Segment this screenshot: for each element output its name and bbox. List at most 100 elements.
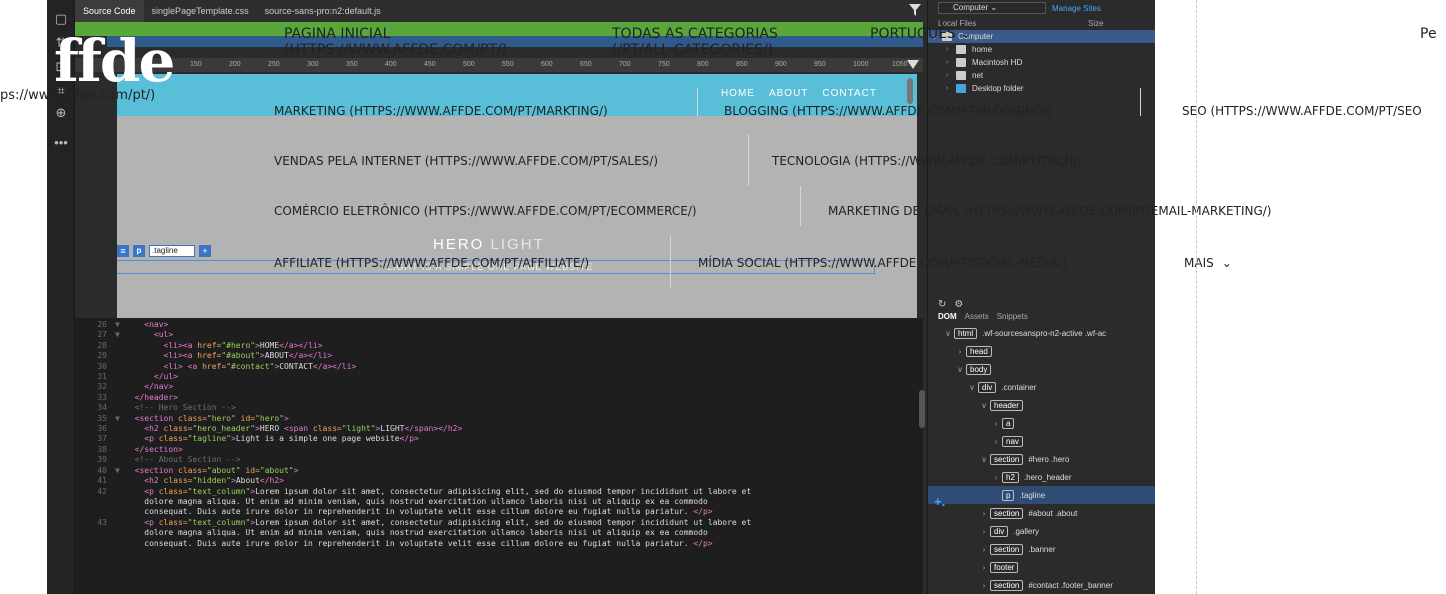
code-line[interactable]: 39 <!-- About Section --> <box>75 455 923 465</box>
category-link[interactable]: MARKETING (HTTPS://WWW.AFFDE.COM/PT/MARK… <box>274 104 608 118</box>
line-number[interactable]: 38 <box>75 445 115 455</box>
target-icon[interactable]: ⊕ <box>52 104 70 122</box>
language-select[interactable]: PORTUGUÊS ⌄ <box>870 26 972 42</box>
dom-tree-node[interactable]: ∨ header <box>928 396 1155 414</box>
code-text[interactable]: consequat. Duis aute irure dolor in repr… <box>125 539 712 549</box>
code-text[interactable]: <h2 class="hidden">About</h2> <box>125 476 284 486</box>
location-select[interactable]: Computer ⌄ <box>938 2 1046 14</box>
category-link[interactable]: MARKETING DE EMAIL (HTTPS://WWW.AFFDE.CO… <box>828 204 1272 218</box>
code-text[interactable]: dolore magna aliqua. Ut enim ad minim ve… <box>125 528 708 538</box>
code-line[interactable]: 29 <li><a href="#about">ABOUT</a></li> <box>75 351 923 361</box>
fold-toggle-icon[interactable] <box>115 424 125 434</box>
line-number[interactable]: 41 <box>75 476 115 486</box>
line-number[interactable] <box>75 497 115 507</box>
dom-tree-node[interactable]: › a <box>928 414 1155 432</box>
line-number[interactable]: 43 <box>75 518 115 528</box>
fold-toggle-icon[interactable] <box>115 518 125 528</box>
code-line[interactable]: 28 <li><a href="#hero">HOME</a></li> <box>75 341 923 351</box>
code-text[interactable]: <section class="about" id="about"> <box>125 466 299 476</box>
ruler-marker-icon[interactable] <box>907 60 919 69</box>
tab-css-file[interactable]: singlePageTemplate.css <box>144 0 257 22</box>
code-text[interactable]: <h2 class="hero_header">HERO <span class… <box>125 424 462 434</box>
chevron-icon[interactable]: ∨ <box>942 329 954 338</box>
code-text[interactable]: <p class="text_column">Lorem ipsum dolor… <box>125 518 751 528</box>
fold-toggle-icon[interactable] <box>115 445 125 455</box>
line-number[interactable]: 26 <box>75 320 115 330</box>
code-text[interactable]: <nav> <box>125 320 168 330</box>
tab-snippets[interactable]: Snippets <box>997 312 1028 324</box>
nav-todas-categorias[interactable]: TODAS AS CATEGORIAS (/PT/ALL-CATEGORIES/… <box>612 26 778 58</box>
code-line[interactable]: 33 </header> <box>75 393 923 403</box>
code-line[interactable]: consequat. Duis aute irure dolor in repr… <box>75 539 923 549</box>
fold-toggle-icon[interactable]: ▼ <box>115 320 125 330</box>
file-tree-item[interactable]: › home <box>928 43 1155 56</box>
element-class-field[interactable]: .tagline <box>149 245 195 257</box>
code-line[interactable]: 27 ▼ <ul> <box>75 330 923 340</box>
code-line[interactable]: 42 <p class="text_column">Lorem ipsum do… <box>75 487 923 497</box>
code-line[interactable]: 31 </ul> <box>75 372 923 382</box>
code-line[interactable]: 37 <p class="tagline">Light is a simple … <box>75 434 923 444</box>
line-number[interactable]: 31 <box>75 372 115 382</box>
line-number[interactable]: 37 <box>75 434 115 444</box>
fold-toggle-icon[interactable] <box>115 382 125 392</box>
chevron-icon[interactable]: › <box>946 59 956 66</box>
tab-dom[interactable]: DOM <box>938 312 957 324</box>
line-number[interactable]: 39 <box>75 455 115 465</box>
chevron-icon[interactable]: ∨ <box>966 383 978 392</box>
line-number[interactable] <box>75 539 115 549</box>
file-tree-item[interactable]: › Macintosh HD <box>928 56 1155 69</box>
code-text[interactable]: <li> <a href="#contact">CONTACT</a></li> <box>125 362 357 372</box>
chevron-icon[interactable]: ∨ <box>978 455 990 464</box>
code-text[interactable]: <!-- About Section --> <box>125 455 241 465</box>
code-text[interactable]: </header> <box>125 393 178 403</box>
dom-tree-node[interactable]: › section #contact .footer_banner <box>928 576 1155 594</box>
line-number[interactable]: 32 <box>75 382 115 392</box>
chevron-icon[interactable]: › <box>978 527 990 536</box>
document-icon[interactable]: ▢ <box>52 10 70 28</box>
line-number[interactable]: 35 <box>75 414 115 424</box>
file-tree-item[interactable]: › Desktop folder <box>928 82 1155 95</box>
dom-tree-node[interactable]: › head <box>928 342 1155 360</box>
code-line[interactable]: dolore magna aliqua. Ut enim ad minim ve… <box>75 528 923 538</box>
code-text[interactable]: </nav> <box>125 382 173 392</box>
code-line[interactable]: 32 </nav> <box>75 382 923 392</box>
code-scrollbar[interactable] <box>919 390 925 428</box>
fold-toggle-icon[interactable]: ▼ <box>115 330 125 340</box>
dom-tree-node[interactable]: › div .gallery <box>928 522 1155 540</box>
code-line[interactable]: dolore magna aliqua. Ut enim ad minim ve… <box>75 497 923 507</box>
live-view-scrollbar[interactable] <box>907 78 913 104</box>
chevron-icon[interactable]: › <box>946 46 956 53</box>
site-logo[interactable]: ffde <box>54 32 175 90</box>
dom-tree-node[interactable]: › section #about .about <box>928 504 1155 522</box>
chevron-icon[interactable]: › <box>990 419 1002 428</box>
code-text[interactable]: <section class="hero" id="hero"> <box>125 414 289 424</box>
category-link[interactable]: MÍDIA SOCIAL (HTTPS://WWW.AFFDE.COM/PT/S… <box>698 256 1067 270</box>
code-line[interactable]: 35 ▼ <section class="hero" id="hero"> <box>75 414 923 424</box>
dom-tree-node[interactable]: ∨ section #hero .hero <box>928 450 1155 468</box>
code-line[interactable]: 26 ▼ <nav> <box>75 320 923 330</box>
fold-toggle-icon[interactable] <box>115 372 125 382</box>
more-icon[interactable]: ••• <box>52 134 70 152</box>
hero-header[interactable]: HERO LIGHT <box>433 236 545 253</box>
tab-assets[interactable]: Assets <box>965 312 989 324</box>
code-text[interactable]: <ul> <box>125 330 173 340</box>
nav-contact-link[interactable]: CONTACT <box>822 88 877 99</box>
fold-toggle-icon[interactable]: ▼ <box>115 414 125 424</box>
chevron-icon[interactable]: › <box>946 72 956 79</box>
chevron-icon[interactable]: › <box>978 563 990 572</box>
code-text[interactable]: </section> <box>125 445 183 455</box>
nav-about-link[interactable]: ABOUT <box>769 88 808 99</box>
dom-tree-node[interactable]: ∨ div .container <box>928 378 1155 396</box>
dom-tree-node[interactable]: ∨ body <box>928 360 1155 378</box>
code-line[interactable]: 34 <!-- Hero Section --> <box>75 403 923 413</box>
code-text[interactable]: dolore magna aliqua. Ut enim ad minim ve… <box>125 497 708 507</box>
line-number[interactable]: 40 <box>75 466 115 476</box>
refresh-icon[interactable]: ↻ <box>938 299 946 310</box>
category-link[interactable]: VENDAS PELA INTERNET (HTTPS://WWW.AFFDE.… <box>274 154 658 168</box>
code-line[interactable]: 40 ▼ <section class="about" id="about"> <box>75 466 923 476</box>
fold-toggle-icon[interactable] <box>115 393 125 403</box>
add-element-icon[interactable]: +. <box>934 494 945 509</box>
filter-icon[interactable] <box>909 4 921 16</box>
element-menu-icon[interactable]: ≡ <box>117 245 129 257</box>
file-tree-item[interactable]: › net <box>928 69 1155 82</box>
